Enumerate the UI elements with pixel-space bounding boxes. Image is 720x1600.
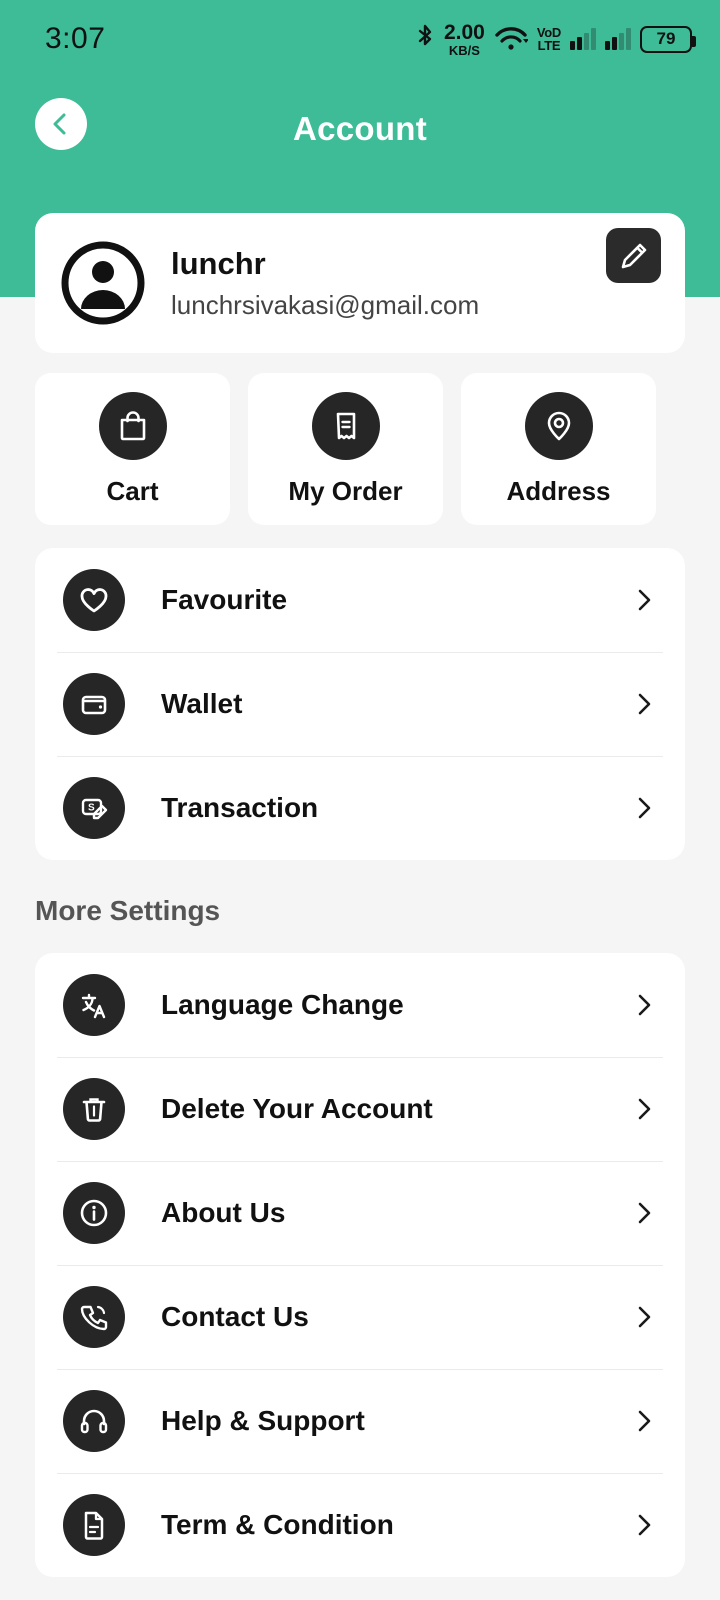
chevron-right-icon xyxy=(631,1304,657,1330)
quick-action-label: Cart xyxy=(106,475,159,506)
status-bar: 3:07 2.00 KB/S VoD LTE 79 xyxy=(0,0,720,78)
wallet-icon xyxy=(63,673,125,735)
menu-item-term-condition[interactable]: Term & Condition xyxy=(35,1473,685,1577)
menu-item-help-support[interactable]: Help & Support xyxy=(35,1369,685,1473)
menu-item-label: About Us xyxy=(161,1197,286,1228)
status-time: 3:07 xyxy=(45,22,106,55)
more-settings-group: Language Change Delete Your Account Abou… xyxy=(35,953,685,1577)
menu-item-label: Favourite xyxy=(161,584,288,615)
transaction-icon: S xyxy=(63,777,125,839)
profile-details: lunchr lunchrsivakasi@gmail.com xyxy=(171,245,606,321)
signal-bars-icon-sim1 xyxy=(570,28,596,50)
back-button[interactable] xyxy=(35,98,87,150)
menu-item-transaction[interactable]: S Transaction xyxy=(35,756,685,860)
profile-name: lunchr xyxy=(171,246,266,282)
page-title: Account xyxy=(292,110,428,147)
trash-icon xyxy=(63,1078,125,1140)
top-app-bar: Account xyxy=(0,98,720,160)
menu-item-label: Language Change xyxy=(161,989,404,1020)
data-speed-unit: KB/S xyxy=(448,42,480,58)
battery-level: 79 xyxy=(656,29,676,48)
menu-item-language-change[interactable]: Language Change xyxy=(35,953,685,1057)
quick-action-my-order[interactable]: My Order xyxy=(248,373,443,525)
headset-icon xyxy=(63,1390,125,1452)
chevron-right-icon xyxy=(631,1096,657,1122)
chevron-right-icon xyxy=(631,992,657,1018)
menu-item-label: Term & Condition xyxy=(161,1509,394,1540)
quick-actions-row: Cart My Order Address xyxy=(35,373,685,525)
menu-item-label: Transaction xyxy=(161,792,319,823)
menu-item-about-us[interactable]: About Us xyxy=(35,1161,685,1265)
profile-email: lunchrsivakasi@gmail.com xyxy=(171,289,480,320)
menu-item-wallet[interactable]: Wallet xyxy=(35,652,685,756)
chevron-right-icon xyxy=(631,691,657,717)
chevron-right-icon xyxy=(631,587,657,613)
account-menu-group: Favourite Wallet S Transaction xyxy=(35,548,685,860)
more-settings-title: More Settings xyxy=(35,895,221,926)
menu-item-favourite[interactable]: Favourite xyxy=(35,548,685,652)
heart-icon xyxy=(63,569,125,631)
wifi-icon xyxy=(494,25,528,53)
pencil-edit-icon xyxy=(619,241,649,271)
chevron-right-icon xyxy=(631,1200,657,1226)
data-speed-value: 2.00 xyxy=(443,20,485,44)
quick-action-cart[interactable]: Cart xyxy=(35,373,230,525)
menu-item-delete-account[interactable]: Delete Your Account xyxy=(35,1057,685,1161)
menu-item-label: Delete Your Account xyxy=(161,1093,433,1124)
menu-item-label: Contact Us xyxy=(161,1301,309,1332)
quick-action-label: My Order xyxy=(288,475,403,506)
chevron-left-icon xyxy=(48,111,74,137)
menu-item-label: Wallet xyxy=(161,688,243,719)
volte-indicator: VoD LTE xyxy=(537,26,561,52)
account-screen: 3:07 2.00 KB/S VoD LTE 79 Account lunchr… xyxy=(0,0,720,1600)
menu-item-label: Help & Support xyxy=(161,1405,365,1436)
user-avatar-icon xyxy=(59,239,147,327)
translate-icon xyxy=(63,974,125,1036)
shopping-bag-icon xyxy=(98,391,167,460)
menu-item-contact-us[interactable]: Contact Us xyxy=(35,1265,685,1369)
status-icons: 2.00 KB/S VoD LTE 79 xyxy=(415,22,696,57)
edit-profile-button[interactable] xyxy=(606,228,661,283)
info-icon xyxy=(63,1182,125,1244)
signal-bars-icon-sim2 xyxy=(605,28,631,50)
document-icon xyxy=(63,1494,125,1556)
bluetooth-icon xyxy=(415,24,435,54)
profile-card[interactable]: lunchr lunchrsivakasi@gmail.com xyxy=(35,213,685,353)
chevron-right-icon xyxy=(631,795,657,821)
location-pin-icon xyxy=(524,391,593,460)
quick-action-address[interactable]: Address xyxy=(461,373,656,525)
chevron-right-icon xyxy=(631,1408,657,1434)
volte-label-bottom: LTE xyxy=(537,38,561,53)
svg-text:S: S xyxy=(88,803,95,814)
battery-icon: 79 xyxy=(640,25,696,53)
data-speed-indicator: 2.00 KB/S xyxy=(444,22,485,57)
chevron-right-icon xyxy=(631,1512,657,1538)
receipt-icon xyxy=(311,391,380,460)
phone-icon xyxy=(63,1286,125,1348)
quick-action-label: Address xyxy=(506,475,611,506)
